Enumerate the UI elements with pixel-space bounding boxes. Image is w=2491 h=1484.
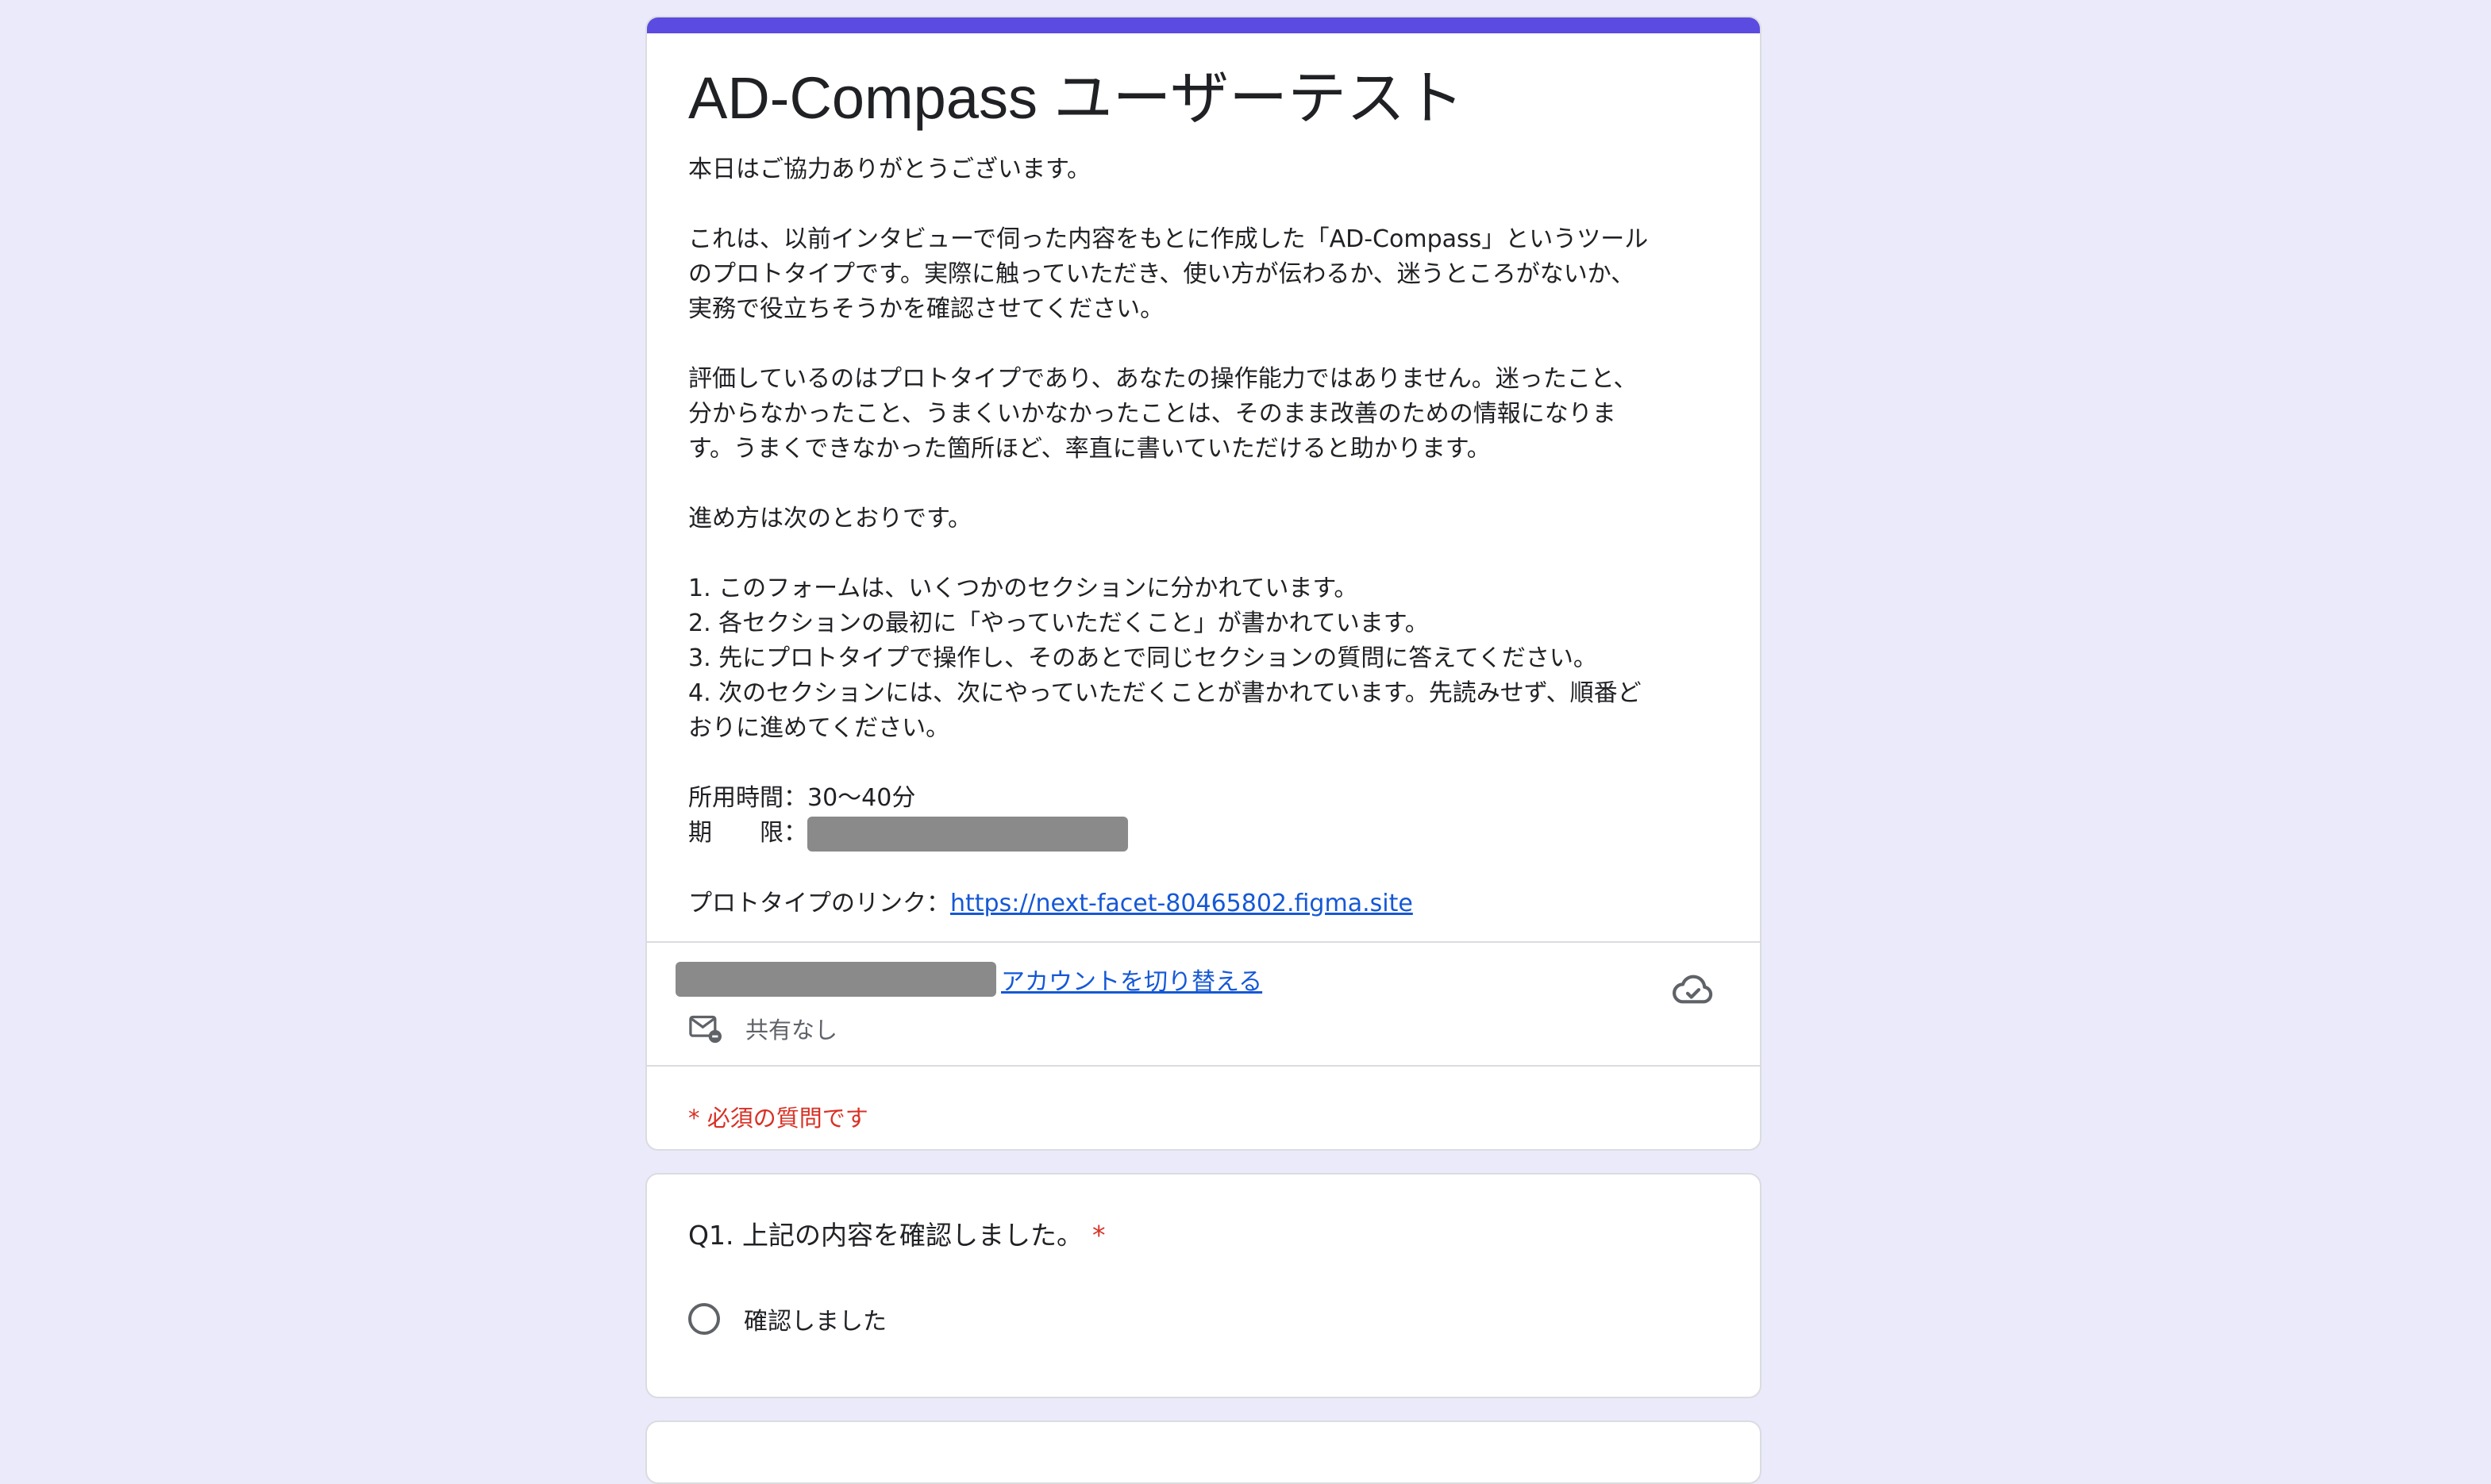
- prototype-link[interactable]: https://next-facet-80465802.figma.site: [950, 890, 1413, 917]
- question-text: Q1. 上記の内容を確認しました。: [688, 1220, 1083, 1251]
- time-required: 所用時間：30〜40分: [688, 784, 916, 812]
- required-star: *: [1091, 1220, 1106, 1251]
- step-item: 4. 次のセクションには、次にやっていただくことが書かれています。先読みせず、順…: [688, 679, 1642, 707]
- form-title: AD-Compass ユーザーテスト: [688, 65, 1465, 131]
- question-card-q1: Q1. 上記の内容を確認しました。 * 確認しました: [645, 1173, 1761, 1398]
- step-item: 3. 先にプロトタイプで操作し、そのあとで同じセクションの質問に答えてください。: [688, 644, 1597, 672]
- step-item: おりに進めてください。: [688, 714, 950, 742]
- radio-button[interactable]: [688, 1303, 720, 1335]
- evaluation-line: す。うまくできなかった箇所ほど、率直に書いていただけると助かります。: [688, 435, 1491, 463]
- divider: [647, 1065, 1760, 1067]
- divider: [647, 941, 1760, 943]
- share-status-text: 共有なし: [745, 1017, 838, 1044]
- form-header-card: AD-Compass ユーザーテスト 本日はご協力ありがとうございます。 これは…: [645, 16, 1761, 1151]
- cloud-saved-icon[interactable]: [1671, 967, 1715, 1011]
- question-title: Q1. 上記の内容を確認しました。 *: [688, 1216, 1105, 1255]
- intro-line: 実務で役立ちそうかを確認させてください。: [688, 295, 1165, 323]
- mail-off-icon: [689, 1015, 722, 1044]
- prototype-link-row: プロトタイプのリンク：https://next-facet-80465802.f…: [688, 886, 1720, 921]
- switch-account-link[interactable]: アカウントを切り替える: [1001, 962, 1262, 997]
- greeting-text: 本日はご協力ありがとうございます。: [688, 156, 1091, 183]
- share-status: 共有なし: [688, 1011, 837, 1046]
- evaluation-line: 評価しているのはプロトタイプであり、あなたの操作能力ではありません。迷ったこと、: [688, 365, 1638, 393]
- account-row: アカウントを切り替える: [676, 960, 1262, 998]
- form-description: 本日はご協力ありがとうございます。 これは、以前インタビューで伺った内容をもとに…: [688, 152, 1720, 921]
- step-item: 2. 各セクションの最初に「やっていただくこと」が書かれています。: [688, 609, 1429, 637]
- next-question-card: [645, 1421, 1761, 1484]
- steps-intro: 進め方は次のとおりです。: [688, 505, 972, 532]
- redacted-email: [676, 962, 996, 997]
- evaluation-line: 分からなかったこと、うまくいかなかったことは、そのまま改善のための情報になりま: [688, 400, 1616, 428]
- step-item: 1. このフォームは、いくつかのセクションに分かれています。: [688, 575, 1358, 602]
- prototype-link-label: プロトタイプのリンク：: [688, 889, 950, 917]
- required-note: * 必須の質問です: [688, 1105, 868, 1132]
- intro-line: のプロトタイプです。実際に触っていただき、使い方が伝わるか、迷うところがないか、: [688, 260, 1635, 288]
- radio-option-label: 確認しました: [744, 1308, 887, 1336]
- accent-bar: [647, 17, 1760, 33]
- intro-line: これは、以前インタビューで伺った内容をもとに作成した「AD-Compass」とい…: [688, 225, 1649, 253]
- redacted-deadline: [807, 816, 1128, 852]
- deadline-label: 期 限：: [688, 819, 807, 847]
- radio-option-confirmed[interactable]: 確認しました: [688, 1301, 887, 1336]
- deadline-row: 期 限：: [688, 816, 1720, 852]
